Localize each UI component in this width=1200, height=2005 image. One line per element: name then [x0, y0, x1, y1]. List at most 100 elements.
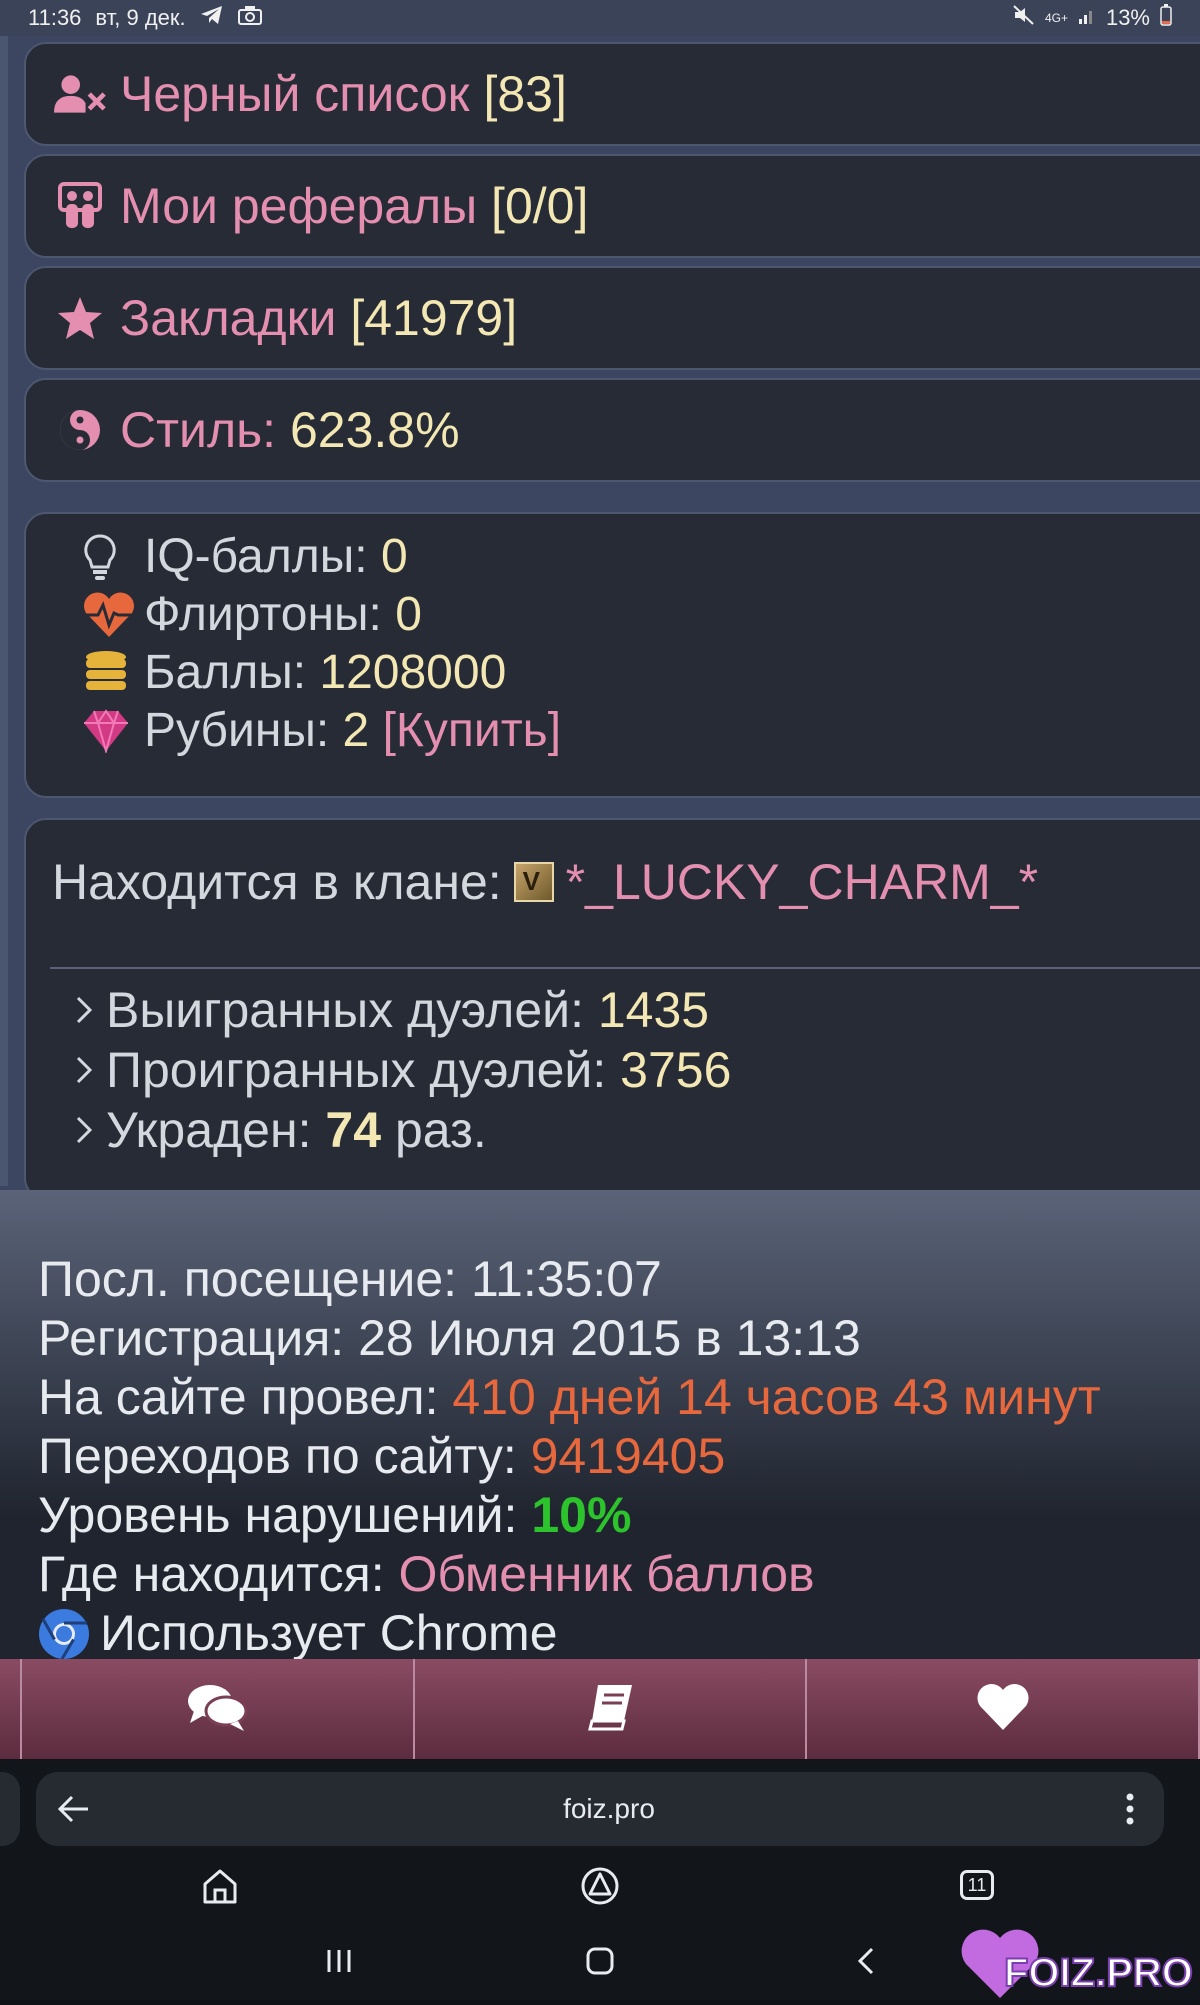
rubies-label: Рубины:	[144, 704, 330, 757]
duels-won-label: Выигранных дуэлей:	[106, 982, 584, 1038]
chevron-right-icon	[72, 1112, 102, 1148]
heartbeat-icon	[82, 589, 138, 641]
home-icon[interactable]	[200, 1866, 240, 1911]
style-row[interactable]: Стиль: 623.8%	[24, 378, 1200, 482]
coins-icon	[82, 647, 138, 699]
clan-name-link[interactable]: *_LUCKY_CHARM_*	[566, 853, 1038, 911]
chevron-right-icon	[72, 992, 102, 1028]
url-text[interactable]: foiz.pro	[92, 1793, 1126, 1825]
battery-icon	[1160, 4, 1172, 32]
referrals-row[interactable]: Мои рефералы [0/0]	[24, 154, 1200, 258]
status-bar: 11:36 вт, 9 дек. 4G+ 13%	[0, 0, 1200, 36]
divider	[50, 967, 1200, 969]
back-icon[interactable]	[856, 1946, 876, 1981]
assistant-icon[interactable]	[580, 1866, 620, 1911]
bookmarks-count: [41979]	[350, 290, 518, 346]
stolen-label: Украден:	[106, 1102, 312, 1158]
stats-card: IQ-баллы: 0 Флиртоны: 0 Баллы: 1208000 Р…	[24, 512, 1200, 798]
mute-icon	[1013, 5, 1035, 31]
side-edge	[0, 1772, 20, 1846]
duels-won-value: 1435	[597, 982, 710, 1038]
points: Баллы: 1208000	[82, 644, 1200, 702]
status-time: 11:36	[28, 5, 82, 30]
visits-value: 9419405	[530, 1428, 726, 1484]
registration-label: Регистрация:	[38, 1310, 345, 1366]
last-visit-label: Посл. посещение:	[38, 1251, 458, 1307]
profile-content: Черный список [83] Мои рефералы [0/0] За…	[0, 36, 1200, 1659]
site-visits: Переходов по сайту: 9419405	[38, 1427, 1101, 1486]
time-spent-label: На сайте провел:	[38, 1369, 439, 1425]
duels-lost-label: Проигранных дуэлей:	[106, 1042, 607, 1098]
chat-icon	[186, 1681, 248, 1738]
stolen-suffix: раз.	[394, 1102, 487, 1158]
bookmarks-label: Закладки	[120, 290, 337, 346]
network-type-label: 4G+	[1044, 11, 1068, 25]
clan-label: Находится в клане:	[52, 854, 502, 910]
referrals-count: [0/0]	[491, 178, 589, 234]
location-link[interactable]: Обменник баллов	[399, 1546, 815, 1602]
violations: Уровень нарушений: 10%	[38, 1486, 1101, 1545]
browser-text: Использует Chrome	[100, 1605, 558, 1659]
duels-lost-value: 3756	[620, 1042, 732, 1098]
browser-info: Использует Chrome	[38, 1604, 1101, 1659]
tabs-count: 11	[967, 1874, 987, 1895]
style-label: Стиль:	[120, 402, 277, 458]
iq-value: 0	[380, 530, 408, 583]
user-block-icon	[54, 68, 106, 120]
referrals-label: Мои рефералы	[120, 178, 478, 234]
registration-value: 28 Июля 2015 в 13:13	[358, 1310, 861, 1366]
last-visit-value: 11:35:07	[470, 1251, 662, 1307]
buy-rubies-link[interactable]: [Купить]	[383, 702, 561, 760]
bookmarks-row[interactable]: Закладки [41979]	[24, 266, 1200, 370]
yin-yang-icon	[54, 404, 106, 456]
registration: Регистрация: 28 Июля 2015 в 13:13	[38, 1309, 1101, 1368]
blacklist-count: [83]	[483, 66, 567, 122]
watermark-logo: FOIZ.PRO	[960, 1912, 1200, 2000]
signal-icon	[1078, 5, 1096, 31]
flirtons-value: 0	[395, 588, 422, 641]
iq-points: IQ-баллы: 0	[82, 528, 1200, 586]
home-button-icon[interactable]	[585, 1946, 615, 1981]
time-spent: На сайте провел: 410 дней 14 часов 43 ми…	[38, 1368, 1101, 1427]
heart-icon	[975, 1682, 1031, 1737]
clan-card: Находится в клане: *_LUCKY_CHARM_* Выигр…	[24, 818, 1200, 1200]
left-border	[0, 36, 8, 1186]
more-menu-icon[interactable]	[1126, 1793, 1134, 1825]
duels-won: Выигранных дуэлей: 1435	[72, 980, 731, 1040]
referrals-icon	[54, 180, 106, 232]
chevron-right-icon	[72, 1052, 102, 1088]
stolen-value: 74	[325, 1102, 382, 1158]
violations-label: Уровень нарушений:	[38, 1487, 518, 1543]
points-value: 1208000	[319, 646, 507, 699]
diary-button[interactable]	[415, 1659, 808, 1759]
style-value: 623.8%	[289, 402, 460, 458]
stolen-count: Украден: 74 раз.	[72, 1100, 731, 1160]
flirtons-label: Флиртоны:	[144, 588, 382, 641]
clan-emblem-icon	[513, 862, 554, 902]
ruby-icon	[82, 705, 138, 757]
favorites-button[interactable]	[807, 1659, 1200, 1759]
lightbulb-icon	[82, 531, 138, 583]
visit-info: Посл. посещение: 11:35:07 Регистрация: 2…	[0, 1190, 1200, 1659]
site-bottom-nav	[0, 1659, 1200, 1759]
status-date: вт, 9 дек.	[95, 5, 186, 30]
back-arrow-icon[interactable]	[56, 1793, 92, 1825]
telegram-icon	[200, 4, 224, 32]
visits-label: Переходов по сайту:	[38, 1428, 517, 1484]
violations-value: 10%	[531, 1487, 632, 1543]
duels-lost: Проигранных дуэлей: 3756	[72, 1040, 731, 1100]
time-spent-value: 410 дней 14 часов 43 минут	[452, 1369, 1101, 1425]
flirtons: Флиртоны: 0	[82, 586, 1200, 644]
rubies: Рубины: 2 [Купить]	[82, 702, 1200, 760]
recent-apps-icon[interactable]	[324, 1948, 354, 1979]
blacklist-row[interactable]: Черный список [83]	[24, 42, 1200, 146]
location: Где находится: Обменник баллов	[38, 1545, 1101, 1604]
points-label: Баллы:	[144, 646, 307, 699]
chat-button[interactable]	[20, 1659, 415, 1759]
battery-percent: 13%	[1105, 5, 1150, 30]
address-bar[interactable]: foiz.pro	[36, 1772, 1164, 1846]
tabs-button[interactable]: 11	[960, 1870, 994, 1900]
rubies-value: 2	[342, 704, 370, 757]
camera-icon	[237, 5, 262, 31]
star-icon	[54, 292, 106, 344]
